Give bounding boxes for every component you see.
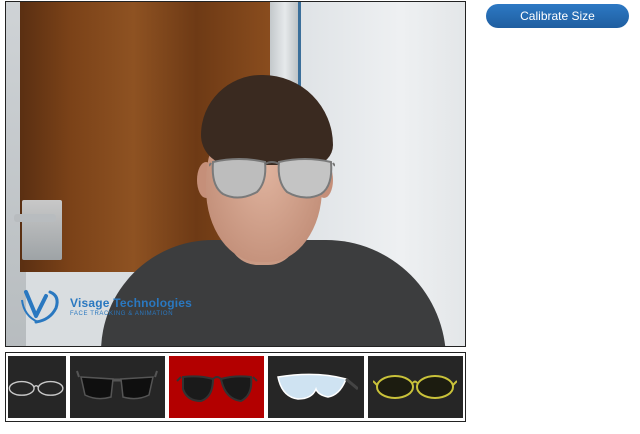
thin-wire-glasses-icon — [8, 380, 64, 396]
black-sport-sunglasses-icon — [76, 370, 159, 400]
frame-thumbnail-strip — [5, 352, 466, 422]
frame-thumb-4[interactable] — [268, 356, 364, 418]
logo-tagline: FACE TRACKING & ANIMATION — [70, 310, 174, 317]
aviator-sunglasses-icon — [175, 375, 258, 403]
frame-thumb-2[interactable] — [69, 356, 165, 418]
calibrate-size-button[interactable]: Calibrate Size — [486, 4, 629, 28]
camera-viewport: Visage Technologies FACE TRACKING & ANIM… — [5, 1, 466, 347]
virtual-try-on-page: Visage Technologies FACE TRACKING & ANIM… — [0, 0, 640, 434]
white-shield-sunglasses-icon — [277, 373, 358, 400]
frame-thumb-5[interactable] — [367, 356, 463, 418]
logo-name: Visage Technologies — [70, 295, 193, 310]
frame-thumb-1[interactable] — [8, 356, 66, 418]
visage-logo: Visage Technologies FACE TRACKING & ANIM… — [20, 286, 192, 326]
frame-thumb-3-selected[interactable] — [168, 356, 265, 418]
visage-logo-icon — [21, 290, 59, 324]
aviator-glasses-overlay — [209, 158, 335, 199]
gold-wire-sunglasses-icon — [373, 375, 458, 399]
